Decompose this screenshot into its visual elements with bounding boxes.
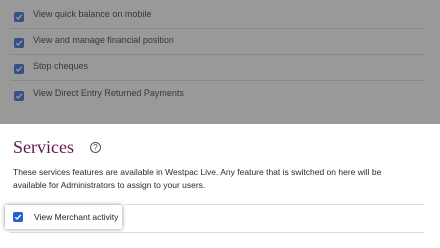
checkbox-checked-icon[interactable] — [13, 212, 23, 222]
permission-label: Stop cheques — [33, 61, 89, 71]
permission-row-financial-position[interactable]: View and manage financial position — [0, 28, 440, 54]
permission-label: View Direct Entry Returned Payments — [33, 88, 184, 98]
question-circle-icon[interactable]: ? — [90, 142, 101, 153]
checkbox-checked-icon[interactable] — [14, 64, 24, 74]
section-description: These services features are available in… — [13, 167, 382, 190]
service-item-label: View Merchant activity — [34, 212, 119, 222]
permission-label: View and manage financial position — [33, 35, 174, 45]
checkbox-checked-icon[interactable] — [14, 12, 24, 22]
section-title: Services — [13, 137, 74, 157]
divider — [125, 204, 424, 205]
checkbox-checked-icon[interactable] — [14, 91, 24, 101]
permission-label: View quick balance on mobile — [33, 9, 152, 19]
checkbox-checked-icon[interactable] — [14, 38, 24, 48]
permission-row-direct-entry[interactable]: View Direct Entry Returned Payments — [0, 81, 440, 107]
service-item-merchant-activity[interactable]: View Merchant activity — [5, 205, 122, 229]
divider — [10, 232, 424, 233]
permission-row-stop-cheques[interactable]: Stop cheques — [0, 54, 440, 80]
permission-row-quick-balance[interactable]: View quick balance on mobile — [0, 2, 440, 28]
